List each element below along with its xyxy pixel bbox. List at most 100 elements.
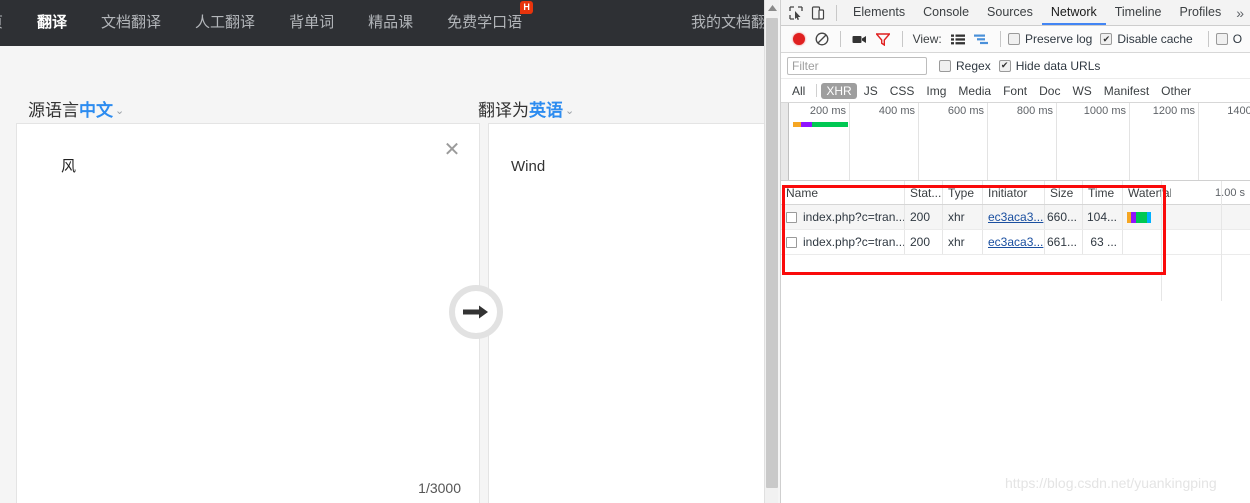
translated-text: Wind (511, 158, 546, 175)
inspect-element-icon[interactable] (785, 2, 807, 24)
column-header-initiator[interactable]: Initiator (983, 181, 1045, 204)
tab-profiles[interactable]: Profiles (1171, 0, 1231, 25)
tab-console[interactable]: Console (914, 0, 978, 25)
regex-checkbox[interactable]: Regex (939, 59, 991, 73)
nav-item-label: 精品课 (368, 14, 414, 31)
source-text-panel[interactable]: 风 ✕ 1/3000 (16, 123, 480, 503)
request-initiator: ec3aca3... (983, 205, 1045, 229)
type-filter-css[interactable]: CSS (885, 83, 920, 99)
type-filter-manifest[interactable]: Manifest (1099, 83, 1154, 99)
overview-segment (793, 122, 801, 127)
checkbox-box (1215, 33, 1228, 45)
waterfall-segment (1136, 212, 1147, 223)
request-time: 63 ... (1083, 230, 1123, 254)
column-header-size[interactable]: Size (1045, 181, 1083, 204)
overview-gutter (781, 103, 789, 180)
waterfall-bar (1127, 212, 1151, 223)
type-filter-img[interactable]: Img (921, 83, 951, 99)
timeline-tick: 1000 ms (1083, 105, 1126, 117)
type-filter-xhr[interactable]: XHR (821, 82, 857, 99)
timeline-tick: 800 ms (1016, 105, 1053, 117)
network-timeline-overview[interactable]: 200 ms 400 ms 600 ms 800 ms 1000 ms 1200… (781, 103, 1250, 181)
nav-item-label: 页 (0, 14, 3, 31)
toggle-device-mode-icon[interactable] (807, 2, 829, 24)
tab-timeline[interactable]: Timeline (1106, 0, 1171, 25)
nav-item-label: 免费学口语 (447, 14, 523, 31)
record-icon[interactable] (787, 28, 810, 50)
type-filter-all[interactable]: All (787, 83, 810, 99)
request-checkbox[interactable] (786, 236, 797, 248)
resource-type-filters: All XHR JS CSS Img Media Font Doc WS Man… (781, 79, 1250, 103)
request-checkbox[interactable] (786, 211, 797, 223)
request-name: index.php?c=tran... (803, 235, 905, 249)
network-requests-table: Name Stat... Type Initiator Size Time Wa… (781, 181, 1250, 301)
nav-item-my-documents[interactable]: 我的文档翻 (674, 0, 766, 46)
divider (1207, 31, 1209, 47)
request-name-cell: index.php?c=tran... (781, 205, 905, 229)
offline-checkbox[interactable]: O (1215, 32, 1242, 46)
tab-elements[interactable]: Elements (844, 0, 914, 25)
list-view-icon[interactable] (947, 28, 970, 50)
nav-item-doc-translate[interactable]: 文档翻译 (84, 0, 178, 46)
target-language-selector[interactable]: 翻译为英语 ⌄ (478, 96, 574, 121)
request-initiator: ec3aca3... (983, 230, 1045, 254)
disable-cache-checkbox[interactable]: Disable cache (1100, 32, 1193, 46)
type-filter-js[interactable]: JS (859, 83, 883, 99)
type-filter-ws[interactable]: WS (1067, 83, 1096, 99)
camera-icon[interactable] (848, 28, 871, 50)
timeline-tick: 600 ms (947, 105, 984, 117)
timeline-tick: 200 ms (809, 105, 846, 117)
clear-icon[interactable] (810, 28, 833, 50)
waterfall-view-icon[interactable] (970, 28, 993, 50)
initiator-link[interactable]: ec3aca3... (988, 235, 1043, 249)
preserve-log-checkbox[interactable]: Preserve log (1007, 32, 1092, 46)
tab-sources[interactable]: Sources (978, 0, 1042, 25)
filter-input[interactable] (787, 56, 927, 75)
type-filter-doc[interactable]: Doc (1034, 83, 1065, 99)
divider (901, 31, 903, 47)
column-header-name[interactable]: Name (781, 181, 905, 204)
nav-item-free-spoken[interactable]: 免费学口语 H (430, 0, 539, 46)
scroll-up-icon[interactable] (765, 0, 779, 16)
timeline-tick: 1200 ms (1152, 105, 1195, 117)
type-filter-media[interactable]: Media (953, 83, 996, 99)
arrow-right-icon (463, 305, 488, 319)
column-header-time[interactable]: Time (1083, 181, 1123, 204)
chevron-down-icon: ⌄ (115, 105, 125, 117)
nav-item-human-translate[interactable]: 人工翻译 (178, 0, 272, 46)
translation-page: 页 翻译 文档翻译 人工翻译 背单词 精品课 免费学口语 H 我的文档翻 (0, 0, 780, 503)
source-language-selector[interactable]: 源语言中文 ⌄ (28, 96, 124, 121)
request-status: 200 (905, 230, 943, 254)
nav-item-vocabulary[interactable]: 背单词 (272, 0, 351, 46)
page-scrollbar[interactable] (764, 0, 779, 503)
initiator-link[interactable]: ec3aca3... (988, 210, 1043, 224)
divider (816, 84, 818, 97)
request-name: index.php?c=tran... (803, 210, 905, 224)
view-label: View: (912, 32, 942, 46)
nav-item-home[interactable]: 页 (0, 0, 20, 46)
nav-item-label: 背单词 (289, 14, 335, 31)
hide-data-urls-checkbox[interactable]: Hide data URLs (998, 58, 1101, 73)
checkbox-box (939, 59, 951, 72)
type-filter-other[interactable]: Other (1156, 83, 1196, 99)
scrollbar-thumb[interactable] (766, 18, 778, 488)
devtools-tabbar: Elements Console Sources Network Timelin… (781, 0, 1250, 26)
devtools-panel: Elements Console Sources Network Timelin… (780, 0, 1250, 503)
nav-item-premium-course[interactable]: 精品课 (351, 0, 430, 46)
type-filter-font[interactable]: Font (998, 83, 1032, 99)
overview-segment (812, 122, 848, 127)
nav-item-translate[interactable]: 翻译 (20, 0, 84, 46)
source-text: 风 (61, 158, 77, 175)
source-language-value: 中文 (79, 101, 113, 120)
column-header-type[interactable]: Type (943, 181, 983, 204)
close-icon[interactable]: ✕ (441, 138, 463, 160)
translate-button[interactable] (449, 285, 503, 339)
tab-network[interactable]: Network (1041, 0, 1106, 25)
funnel-icon[interactable] (871, 28, 894, 50)
hide-data-urls-label: Hide data URLs (1015, 58, 1101, 73)
column-header-status[interactable]: Stat... (905, 181, 943, 204)
more-tabs-icon[interactable]: » (1230, 5, 1250, 21)
hot-badge: H (520, 1, 534, 14)
target-language-prefix: 翻译为 (478, 101, 529, 120)
timeline-tick: 1400 m (1227, 105, 1250, 117)
